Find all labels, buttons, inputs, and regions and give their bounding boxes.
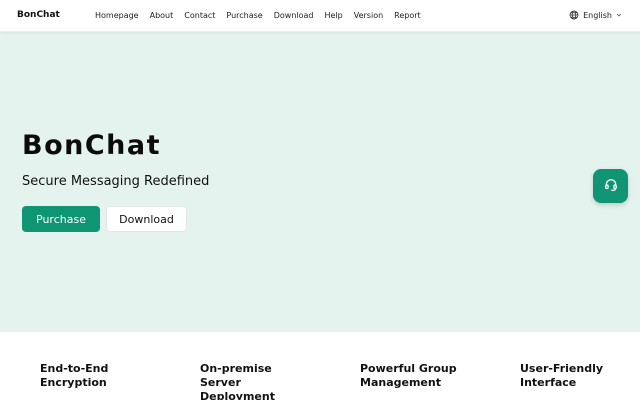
- nav-link-homepage[interactable]: Homepage: [95, 11, 139, 20]
- features-section: End-to-End Encryption On-premise Server …: [0, 332, 640, 400]
- support-chat-button[interactable]: [593, 169, 628, 203]
- purchase-button[interactable]: Purchase: [22, 206, 100, 232]
- nav-link-purchase[interactable]: Purchase: [226, 11, 262, 20]
- nav-link-contact[interactable]: Contact: [184, 11, 215, 20]
- nav-link-download[interactable]: Download: [274, 11, 314, 20]
- language-label: English: [583, 10, 612, 20]
- hero-title: BonChat: [22, 130, 162, 161]
- globe-icon: [569, 10, 579, 20]
- brand-logo[interactable]: BonChat: [17, 10, 60, 20]
- language-selector[interactable]: English: [569, 10, 622, 20]
- top-navbar: BonChat Homepage About Contact Purchase …: [0, 0, 640, 32]
- nav-link-report[interactable]: Report: [394, 11, 421, 20]
- feature-title-on-premise: On-premise Server Deployment: [200, 362, 275, 400]
- download-button[interactable]: Download: [106, 206, 187, 232]
- main-nav: Homepage About Contact Purchase Download…: [95, 11, 432, 20]
- hero-subtitle: Secure Messaging Redefined: [22, 174, 210, 189]
- nav-link-version[interactable]: Version: [354, 11, 383, 20]
- feature-title-group-management: Powerful Group Management: [360, 362, 457, 389]
- nav-link-help[interactable]: Help: [324, 11, 342, 20]
- hero-section: BonChat Secure Messaging Redefined Purch…: [0, 32, 640, 332]
- nav-link-about[interactable]: About: [150, 11, 174, 20]
- feature-title-user-friendly: User-Friendly Interface: [520, 362, 604, 389]
- chevron-down-icon: [616, 12, 622, 18]
- headset-icon: [604, 177, 618, 196]
- feature-title-encryption: End-to-End Encryption: [40, 362, 109, 389]
